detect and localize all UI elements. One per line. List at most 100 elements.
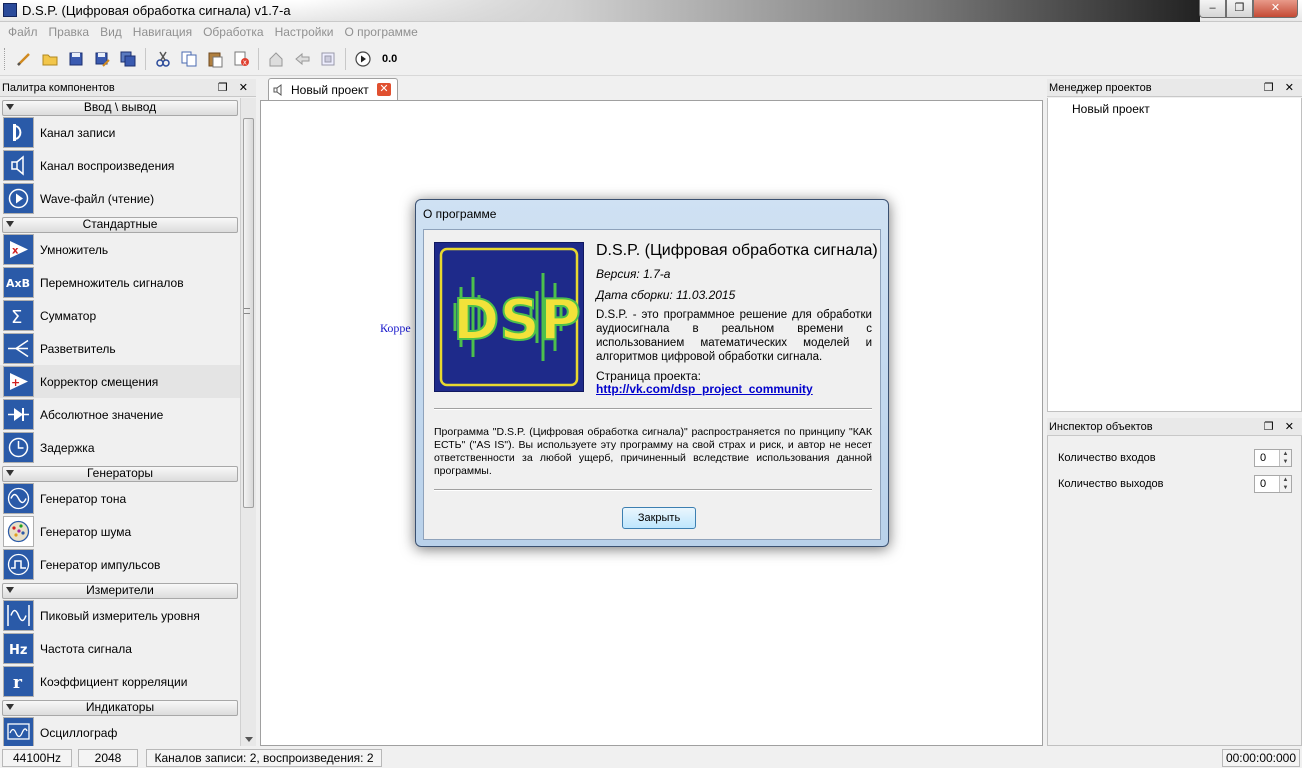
status-channels: Каналов записи: 2, воспроизведения: 2: [146, 749, 382, 767]
dialog-divider: [434, 408, 872, 410]
toolbar-counter: 0.0: [382, 53, 398, 65]
about-dialog: О программе DSP D.S.P. (Цифровая обработ…: [415, 199, 889, 547]
paste-button[interactable]: [202, 46, 228, 72]
projects-title: Менеджер проектов: [1049, 82, 1152, 94]
splitter-icon: [3, 333, 34, 364]
inputs-count-spinbox[interactable]: 0 ▲ ▼: [1254, 449, 1292, 467]
palette-header: Палитра компонентов ❐ ✕: [0, 79, 256, 97]
floppy-pencil-icon: [95, 52, 110, 67]
palette-item-playback-channel[interactable]: Канал воспроизведения: [0, 149, 240, 182]
open-button[interactable]: [37, 46, 63, 72]
palette-item-offset-corrector[interactable]: + Корректор смещения: [0, 365, 240, 398]
peak-meter-icon: [3, 600, 34, 631]
palette-item-adder[interactable]: Σ Сумматор: [0, 299, 240, 332]
menu-navigation[interactable]: Навигация: [129, 22, 199, 42]
window-title: D.S.P. (Цифровая обработка сигнала) v1.7…: [22, 3, 291, 18]
inspector-header-buttons[interactable]: ❐ ✕: [1264, 420, 1298, 433]
app-icon: [3, 3, 17, 17]
palette-item-delay[interactable]: Задержка: [0, 431, 240, 464]
spin-arrows-icon[interactable]: ▲ ▼: [1279, 476, 1291, 492]
speaker-icon: [3, 150, 34, 181]
palette-item-absolute-value[interactable]: Абсолютное значение: [0, 398, 240, 431]
pulse-icon: [3, 549, 34, 580]
close-window-button[interactable]: ✕: [1253, 0, 1298, 18]
close-button[interactable]: Закрыть: [622, 507, 696, 529]
toolbar-separator: [345, 48, 346, 70]
palette-item-frequency[interactable]: Hz Частота сигнала: [0, 632, 240, 665]
scissors-icon: [156, 51, 170, 67]
toolbar-separator: [258, 48, 259, 70]
menu-processing[interactable]: Обработка: [199, 22, 271, 42]
save-all-button[interactable]: [115, 46, 141, 72]
outputs-count-spinbox[interactable]: 0 ▲ ▼: [1254, 475, 1292, 493]
category-standard[interactable]: Стандартные: [2, 217, 238, 233]
editor-tabs: Новый проект ✕: [260, 78, 1045, 100]
chevron-down-icon: [6, 587, 14, 593]
svg-text:DSP: DSP: [453, 288, 581, 353]
palette-item-record-channel[interactable]: Канал записи: [0, 116, 240, 149]
toolbar-grip[interactable]: [4, 48, 7, 70]
palette-item-splitter[interactable]: Разветвитель: [0, 332, 240, 365]
projects-header-buttons[interactable]: ❐ ✕: [1264, 81, 1298, 94]
outputs-count-label: Количество выходов: [1058, 478, 1164, 490]
palette-item-correlation[interactable]: r Коэффициент корреляции: [0, 665, 240, 698]
category-generators[interactable]: Генераторы: [2, 466, 238, 482]
delete-button[interactable]: x: [228, 46, 254, 72]
about-description: D.S.P. - это программное решение для обр…: [596, 309, 872, 363]
copy-button[interactable]: [176, 46, 202, 72]
category-io[interactable]: Ввод \ вывод: [2, 100, 238, 116]
category-indicators[interactable]: Индикаторы: [2, 700, 238, 716]
toolbar: x 0.0: [0, 43, 1302, 76]
component-palette: Ввод \ вывод Канал записи Канал воспроиз…: [0, 98, 256, 746]
stop-button[interactable]: [315, 46, 341, 72]
palette-item-tone-generator[interactable]: Генератор тона: [0, 482, 240, 515]
menu-view[interactable]: Вид: [96, 22, 129, 42]
r-icon: r: [3, 666, 34, 697]
menu-settings[interactable]: Настройки: [271, 22, 341, 42]
about-project-link[interactable]: http://vk.com/dsp_project_community: [596, 382, 813, 396]
home-button[interactable]: [263, 46, 289, 72]
about-build-date: Дата сборки: 11.03.2015: [596, 288, 736, 302]
palette-item-pulse-generator[interactable]: Генератор импульсов: [0, 548, 240, 581]
projects-header: Менеджер проектов ❐ ✕: [1047, 79, 1302, 97]
floppy-icon: [69, 52, 83, 66]
save-as-button[interactable]: [89, 46, 115, 72]
menu-bar: Файл Правка Вид Навигация Обработка Наст…: [0, 22, 1302, 42]
palette-item-wave-file[interactable]: Wave-файл (чтение): [0, 182, 240, 215]
minimize-button[interactable]: –: [1199, 0, 1226, 18]
toolbar-separator: [145, 48, 146, 70]
cut-button[interactable]: [150, 46, 176, 72]
scroll-down-icon[interactable]: [245, 737, 253, 742]
title-bar-background: [300, 0, 1200, 22]
about-app-name: D.S.P. (Цифровая обработка сигнала): [596, 242, 878, 259]
project-tree-item[interactable]: Новый проект: [1072, 102, 1150, 116]
palette-item-noise-generator[interactable]: Генератор шума: [0, 515, 240, 548]
menu-file[interactable]: Файл: [4, 22, 45, 42]
spin-arrows-icon[interactable]: ▲ ▼: [1279, 450, 1291, 466]
title-bar: D.S.P. (Цифровая обработка сигнала) v1.7…: [0, 0, 1302, 22]
oscilloscope-icon: [3, 717, 34, 746]
palette-item-signal-multiplier[interactable]: AxB Перемножитель сигналов: [0, 266, 240, 299]
svg-text:+: +: [11, 376, 20, 389]
maximize-button[interactable]: ❐: [1226, 0, 1253, 18]
palette-scrollbar[interactable]: [240, 98, 256, 746]
menu-edit[interactable]: Правка: [45, 22, 97, 42]
canvas-component-label[interactable]: Корре: [380, 321, 411, 336]
palette-item-multiplier[interactable]: x Умножитель: [0, 233, 240, 266]
back-button[interactable]: [289, 46, 315, 72]
category-meters[interactable]: Измерители: [2, 583, 238, 599]
save-button[interactable]: [63, 46, 89, 72]
palette-item-oscilloscope[interactable]: Осциллограф: [0, 716, 240, 746]
palette-header-buttons[interactable]: ❐ ✕: [218, 81, 252, 94]
menu-about[interactable]: О программе: [340, 22, 424, 42]
about-license-text: Программа "D.S.P. (Цифровая обработка си…: [434, 426, 872, 477]
inspector-title: Инспектор объектов: [1049, 421, 1153, 433]
tab-new-project[interactable]: Новый проект ✕: [268, 78, 398, 100]
play-button[interactable]: [350, 46, 376, 72]
palette-item-peak-meter[interactable]: Пиковый измеритель уровня: [0, 599, 240, 632]
tab-close-icon[interactable]: ✕: [377, 83, 391, 96]
new-project-button[interactable]: [11, 46, 37, 72]
clock-icon: [3, 432, 34, 463]
noise-icon: [3, 516, 34, 547]
clipboard-icon: [208, 52, 223, 68]
